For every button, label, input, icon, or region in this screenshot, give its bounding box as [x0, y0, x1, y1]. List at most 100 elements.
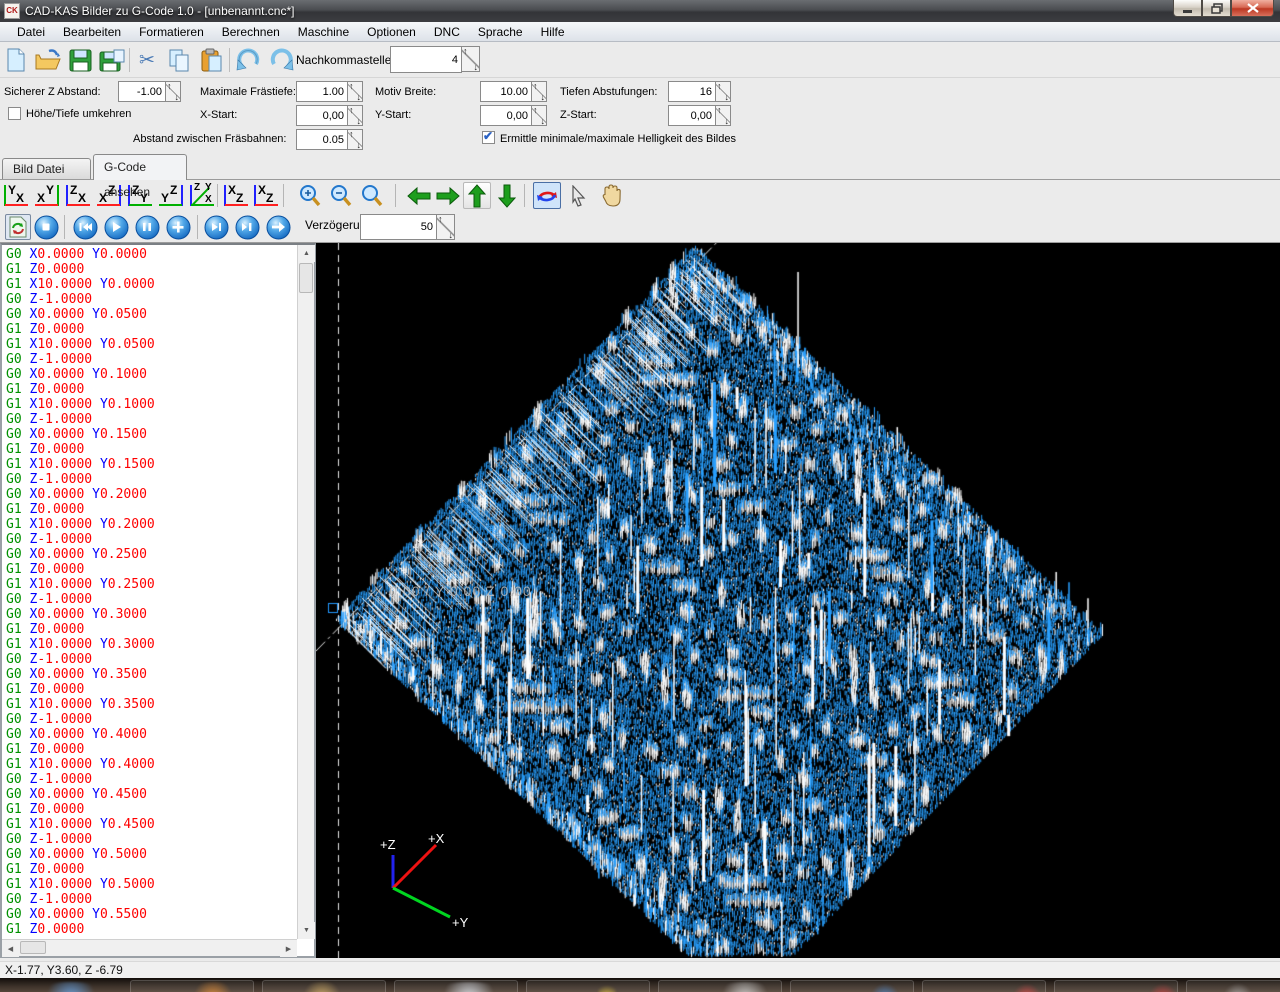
play-pause-button[interactable] — [234, 214, 260, 240]
scroll-up-icon[interactable]: ▲ — [298, 245, 315, 262]
spinner-up-icon[interactable]: ↑ — [438, 214, 443, 224]
path-distance-spinner[interactable]: ↑↓ — [347, 129, 363, 150]
menu-item-bearbeiten[interactable]: Bearbeiten — [54, 23, 130, 41]
play-button[interactable] — [103, 214, 129, 240]
delay-spinner[interactable]: ↑ ↓ — [436, 214, 455, 240]
menu-item-dnc[interactable]: DNC — [425, 23, 469, 41]
zoom-out-button[interactable] — [327, 182, 355, 209]
scrollbar-thumb[interactable] — [20, 941, 46, 954]
redo-button[interactable] — [267, 46, 295, 74]
view-preset-button-1[interactable]: YX — [2, 182, 31, 209]
gcode-vertical-scrollbar[interactable]: ▲ ▼ — [297, 245, 314, 939]
pause-button[interactable] — [134, 214, 160, 240]
copy-button[interactable] — [165, 46, 193, 74]
pan-hand-button[interactable] — [597, 182, 625, 209]
depth-steps-spinner[interactable]: ↑↓ — [715, 81, 731, 102]
spinner-down-icon[interactable]: ↓ — [449, 230, 454, 240]
rewind-button[interactable] — [72, 214, 98, 240]
scroll-right-icon[interactable]: ▶ — [280, 940, 297, 957]
delay-input[interactable] — [360, 214, 437, 240]
new-file-button[interactable] — [2, 46, 30, 74]
taskbar-icon[interactable] — [40, 982, 102, 992]
z-start-input[interactable] — [668, 105, 716, 126]
scrollbar-thumb[interactable] — [299, 263, 313, 293]
gcode-line: G1 X10.0000 Y0.0500 — [6, 337, 294, 352]
undo-button[interactable] — [235, 46, 263, 74]
auto-brightness-checkbox[interactable]: ✔ — [482, 131, 495, 144]
close-button[interactable] — [1231, 0, 1274, 17]
motif-width-input[interactable] — [480, 81, 532, 102]
windows-taskbar[interactable] — [0, 978, 1280, 992]
menu-item-formatieren[interactable]: Formatieren — [130, 23, 213, 41]
view-preset-button-7[interactable]: ZYX — [188, 182, 217, 209]
generate-gcode-button[interactable] — [5, 214, 31, 240]
scroll-left-icon[interactable]: ◀ — [2, 940, 19, 957]
max-depth-input[interactable] — [296, 81, 348, 102]
minimize-button[interactable] — [1173, 0, 1202, 17]
y-start-input[interactable] — [480, 105, 532, 126]
view-preset-button-3[interactable]: ZX — [64, 182, 93, 209]
viewbar-separator — [524, 184, 525, 207]
skip-button[interactable] — [203, 214, 229, 240]
menu-item-maschine[interactable]: Maschine — [289, 23, 358, 41]
gcode-3d-viewport[interactable]: X 0.00 / Y 0.00 Z 0.00 +Z +X +Y — [316, 243, 1280, 958]
gcode-line: G0 Z-1.0000 — [6, 292, 294, 307]
menu-item-datei[interactable]: Datei — [8, 23, 54, 41]
save-as-button[interactable] — [98, 46, 126, 74]
scroll-down-icon[interactable]: ▼ — [298, 922, 315, 939]
plus-button[interactable] — [165, 214, 191, 240]
gcode-line: G0 Z-1.0000 — [6, 652, 294, 667]
open-file-button[interactable] — [34, 46, 62, 74]
step-forward-button[interactable] — [265, 214, 291, 240]
pan-up-button[interactable] — [463, 182, 491, 209]
view-preset-button-9[interactable]: XZ — [252, 182, 281, 209]
view-preset-button-8[interactable]: XZ — [222, 182, 251, 209]
x-start-input[interactable] — [296, 105, 348, 126]
decimal-places-input[interactable] — [390, 46, 462, 73]
paste-button[interactable] — [197, 46, 225, 74]
pan-down-button[interactable] — [493, 182, 521, 209]
gcode-line: G1 Z0.0000 — [6, 862, 294, 877]
taskbar-button[interactable] — [526, 980, 650, 992]
save-button[interactable] — [66, 46, 94, 74]
restore-button[interactable] — [1202, 0, 1231, 17]
gcode-listing[interactable]: G0 X0.0000 Y0.0000G1 Z0.0000G1 X10.0000 … — [6, 247, 294, 939]
zoom-button[interactable] — [358, 182, 386, 209]
decimal-places-spinner[interactable]: ↑ ↓ — [461, 46, 480, 72]
stop-icon — [34, 215, 59, 240]
axis-x-label: +X — [428, 831, 445, 846]
max-depth-spinner[interactable]: ↑↓ — [347, 81, 363, 102]
depth-steps-input[interactable] — [668, 81, 716, 102]
invert-checkbox[interactable] — [8, 107, 21, 120]
gcode-line: G0 X0.0000 Y0.3500 — [6, 667, 294, 682]
rotate-view-button[interactable] — [533, 182, 561, 209]
safe-z-input[interactable] — [118, 81, 166, 102]
cut-button[interactable]: ✂ — [133, 46, 161, 74]
view-preset-button-6[interactable]: YZ — [156, 182, 185, 209]
tab-view-gcode[interactable]: G-Code ansehen — [93, 154, 187, 180]
zoom-out-icon — [329, 184, 353, 208]
zoom-in-button[interactable] — [296, 182, 324, 209]
redo-icon — [268, 48, 294, 72]
safe-z-spinner[interactable]: ↑↓ — [165, 81, 181, 102]
spinner-down-icon[interactable]: ↓ — [474, 62, 479, 72]
tab-open-image[interactable]: Bild Datei öffnen — [2, 158, 91, 180]
stop-button[interactable] — [33, 214, 59, 240]
x-start-spinner[interactable]: ↑↓ — [347, 105, 363, 126]
viewbar-separator — [283, 184, 284, 207]
motif-width-spinner[interactable]: ↑↓ — [531, 81, 547, 102]
menu-item-berechnen[interactable]: Berechnen — [213, 23, 289, 41]
menu-item-optionen[interactable]: Optionen — [358, 23, 425, 41]
select-cursor-button[interactable] — [564, 182, 592, 209]
spinner-up-icon[interactable]: ↑ — [463, 46, 468, 56]
menu-item-sprache[interactable]: Sprache — [469, 23, 532, 41]
title-bar[interactable]: CK CAD-KAS Bilder zu G-Code 1.0 - [unben… — [0, 0, 1280, 22]
gcode-horizontal-scrollbar[interactable]: ◀ ▶ — [2, 939, 297, 956]
z-start-spinner[interactable]: ↑↓ — [715, 105, 731, 126]
menu-item-hilfe[interactable]: Hilfe — [532, 23, 574, 41]
y-start-spinner[interactable]: ↑↓ — [531, 105, 547, 126]
path-distance-input[interactable] — [296, 129, 348, 150]
pan-right-button[interactable] — [434, 182, 462, 209]
pan-left-button[interactable] — [405, 182, 433, 209]
view-preset-button-2[interactable]: XY — [32, 182, 61, 209]
